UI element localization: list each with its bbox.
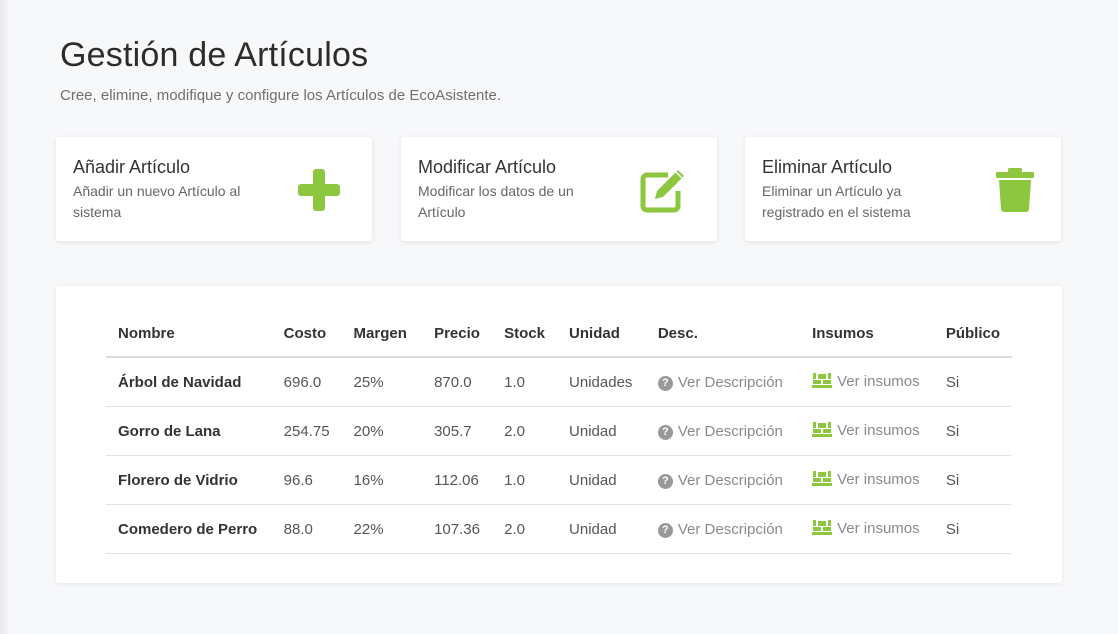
card-description: Modificar los datos de un Artículo (418, 183, 574, 220)
cell-costo: 88.0 (271, 504, 342, 554)
table-body: Árbol de Navidad 696.0 25% 870.0 1.0 Unidades… (106, 357, 1012, 554)
cell-publico: Si (933, 406, 1012, 456)
col-desc[interactable]: Desc. (645, 310, 801, 358)
ver-insumos-label: Ver insumos (837, 422, 920, 439)
cell-costo: 696.0 (271, 357, 342, 407)
cell-margen: 20% (341, 406, 423, 456)
table-header-row: Nombre Costo Margen Precio Stock Unidad … (106, 310, 1012, 358)
ver-descripcion-link[interactable]: ? Ver Descripción (657, 373, 783, 391)
col-costo[interactable]: Costo (271, 310, 342, 358)
col-unidad[interactable]: Unidad (557, 310, 646, 358)
question-circle-icon: ? (657, 522, 673, 538)
cell-precio: 112.06 (422, 455, 493, 505)
cell-desc: ? Ver Descripción (645, 455, 801, 505)
cell-margen: 22% (341, 504, 423, 554)
cell-desc: ? Ver Descripción (645, 406, 801, 456)
table-row: Florero de Vidrio 96.6 16% 112.06 1.0 Unidad?… (106, 455, 1012, 505)
col-stock[interactable]: Stock (492, 310, 558, 358)
ver-descripcion-label: Ver Descripción (677, 373, 783, 391)
edit-article-card[interactable]: Modificar Artículo Modificar los datos d… (401, 137, 717, 241)
card-description: Añadir un nuevo Artículo al sistema (73, 183, 241, 220)
plus-icon (298, 169, 340, 211)
question-circle-icon: ? (657, 473, 673, 489)
table-row: Árbol de Navidad 696.0 25% 870.0 1.0 Unidades… (106, 357, 1012, 407)
ver-descripcion-label: Ver Descripción (677, 520, 783, 538)
cell-stock: 2.0 (492, 504, 558, 554)
ver-insumos-link[interactable]: Ver insumos (812, 422, 920, 439)
cell-desc: ? Ver Descripción (645, 504, 801, 554)
card-title: Eliminar Artículo (762, 157, 893, 177)
delete-article-card[interactable]: Eliminar Artículo Eliminar un Artículo y… (745, 137, 1061, 241)
ver-insumos-label: Ver insumos (837, 520, 920, 537)
page-subtitle: Cree, elimine, modifique y configure los… (60, 87, 502, 104)
ver-descripcion-link[interactable]: ? Ver Descripción (657, 471, 783, 489)
articles-table: Nombre Costo Margen Precio Stock Unidad … (106, 310, 1012, 554)
cell-insumos: Ver insumos (800, 406, 934, 456)
question-circle-icon: ? (657, 424, 673, 440)
col-precio[interactable]: Precio (422, 310, 493, 358)
cell-unidad: Unidades (557, 357, 646, 407)
cell-unidad: Unidad (557, 504, 646, 554)
cell-nombre: Florero de Vidrio (106, 455, 272, 505)
cell-margen: 25% (341, 357, 423, 407)
add-article-card[interactable]: Añadir Artículo Añadir un nuevo Artículo… (56, 137, 372, 241)
cell-publico: Si (933, 357, 1012, 407)
cell-stock: 2.0 (492, 406, 558, 456)
cell-insumos: Ver insumos (800, 455, 934, 505)
cell-precio: 107.36 (422, 504, 493, 554)
cell-insumos: Ver insumos (800, 357, 934, 407)
ver-insumos-label: Ver insumos (837, 471, 920, 488)
card-title: Modificar Artículo (418, 157, 557, 177)
ver-insumos-label: Ver insumos (837, 373, 920, 390)
ver-descripcion-link[interactable]: ? Ver Descripción (657, 520, 783, 538)
ver-insumos-link[interactable]: Ver insumos (812, 520, 920, 537)
col-nombre[interactable]: Nombre (106, 310, 272, 358)
pallet-icon (812, 421, 833, 441)
ver-descripcion-link[interactable]: ? Ver Descripción (657, 422, 783, 440)
cell-costo: 254.75 (271, 406, 342, 456)
cell-costo: 96.6 (271, 455, 342, 505)
page-title: Gestión de Artículos (60, 36, 369, 74)
edit-icon (640, 170, 684, 213)
cell-margen: 16% (341, 455, 423, 505)
ver-descripcion-label: Ver Descripción (677, 471, 783, 489)
card-title: Añadir Artículo (73, 157, 191, 177)
trash-icon (996, 168, 1034, 212)
cell-nombre: Árbol de Navidad (106, 357, 272, 407)
question-circle-icon: ? (657, 375, 673, 391)
pallet-icon (812, 470, 833, 490)
card-description: Eliminar un Artículo ya registrado en el… (762, 183, 911, 220)
ver-insumos-link[interactable]: Ver insumos (812, 373, 920, 390)
table-row: Gorro de Lana 254.75 20% 305.7 2.0 Unidad? Ver… (106, 406, 1012, 456)
cell-publico: Si (933, 504, 1012, 554)
cell-precio: 870.0 (422, 357, 493, 407)
cell-precio: 305.7 (422, 406, 493, 456)
pallet-icon (812, 519, 833, 539)
cell-unidad: Unidad (557, 406, 646, 456)
col-publico[interactable]: Público (933, 310, 1012, 358)
cell-nombre: Gorro de Lana (106, 406, 272, 456)
ver-insumos-link[interactable]: Ver insumos (812, 471, 920, 488)
col-insumos[interactable]: Insumos (800, 310, 934, 358)
col-margen[interactable]: Margen (341, 310, 423, 358)
articles-table-panel: Nombre Costo Margen Precio Stock Unidad … (56, 286, 1062, 583)
cell-insumos: Ver insumos (800, 504, 934, 554)
cell-nombre: Comedero de Perro (106, 504, 272, 554)
table-row: Comedero de Perro 88.0 22% 107.36 2.0 Unidad?… (106, 504, 1012, 554)
cell-publico: Si (933, 455, 1012, 505)
cell-desc: ? Ver Descripción (645, 357, 801, 407)
cell-stock: 1.0 (492, 455, 558, 505)
cell-unidad: Unidad (557, 455, 646, 505)
sidebar-edge (0, 0, 10, 634)
ver-descripcion-label: Ver Descripción (677, 422, 783, 440)
cell-stock: 1.0 (492, 357, 558, 407)
pallet-icon (812, 372, 833, 392)
